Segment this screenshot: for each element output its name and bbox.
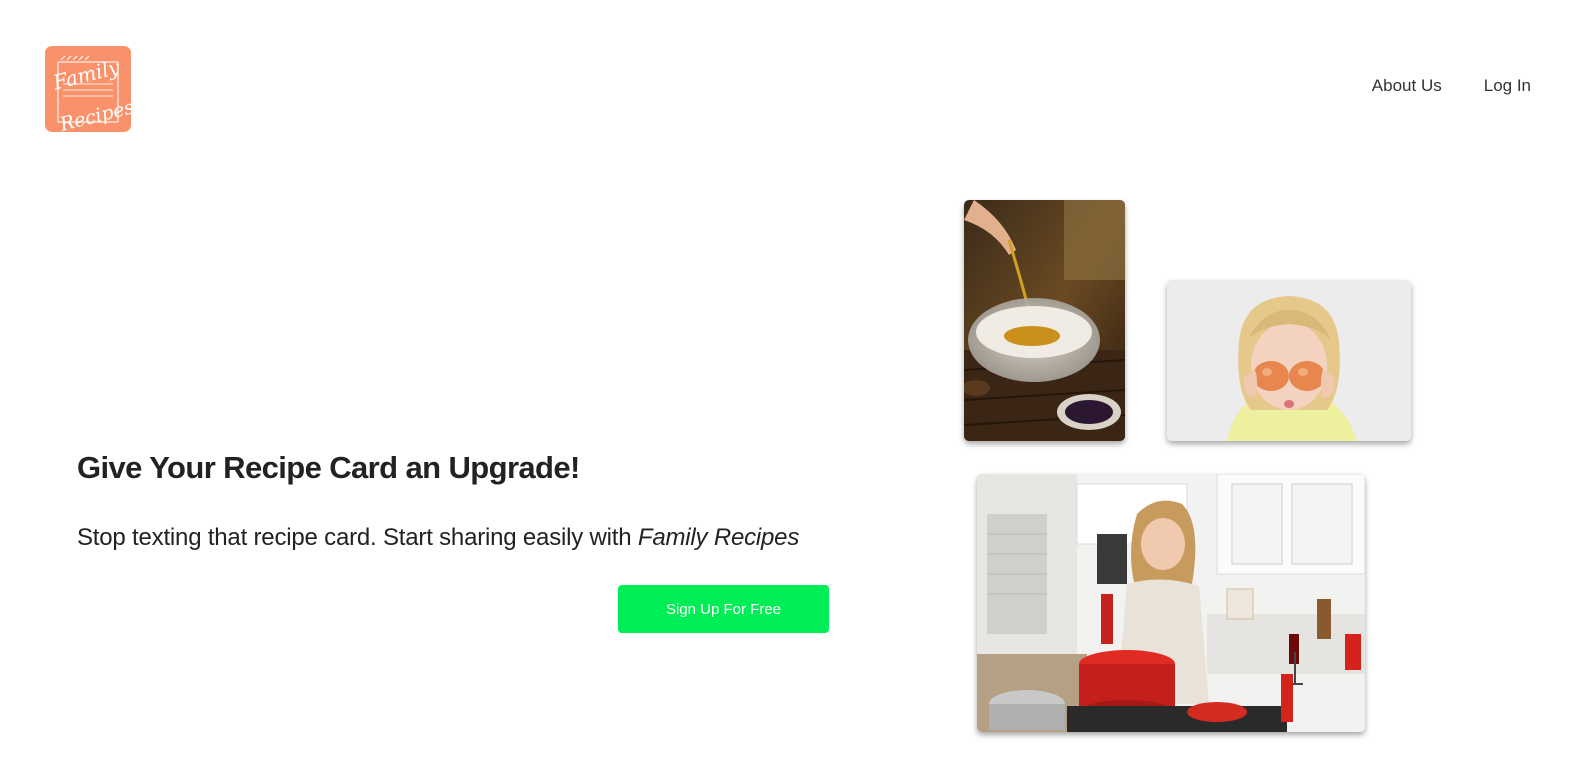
hero-headline: Give Your Recipe Card an Upgrade! bbox=[77, 450, 580, 485]
hero-subline: Stop texting that recipe card. Start sha… bbox=[77, 524, 799, 552]
hero-subline-brand: Family Recipes bbox=[637, 524, 800, 551]
family-recipes-logo[interactable]: Family Recipes bbox=[45, 46, 131, 132]
woman-cooking-kitchen-photo bbox=[977, 474, 1365, 732]
hero-subline-text: Stop texting that recipe card. Start sha… bbox=[77, 524, 638, 551]
spice-bowl-photo bbox=[964, 200, 1125, 441]
nav-about-us[interactable]: About Us bbox=[1372, 76, 1442, 96]
nav-log-in[interactable]: Log In bbox=[1484, 76, 1531, 96]
girl-with-eggs-photo bbox=[1167, 280, 1411, 441]
top-nav: About Us Log In bbox=[1372, 76, 1531, 96]
sign-up-button[interactable]: Sign Up For Free bbox=[618, 585, 829, 633]
landing-page: Family Recipes About Us Log In Give Your… bbox=[0, 0, 1583, 760]
